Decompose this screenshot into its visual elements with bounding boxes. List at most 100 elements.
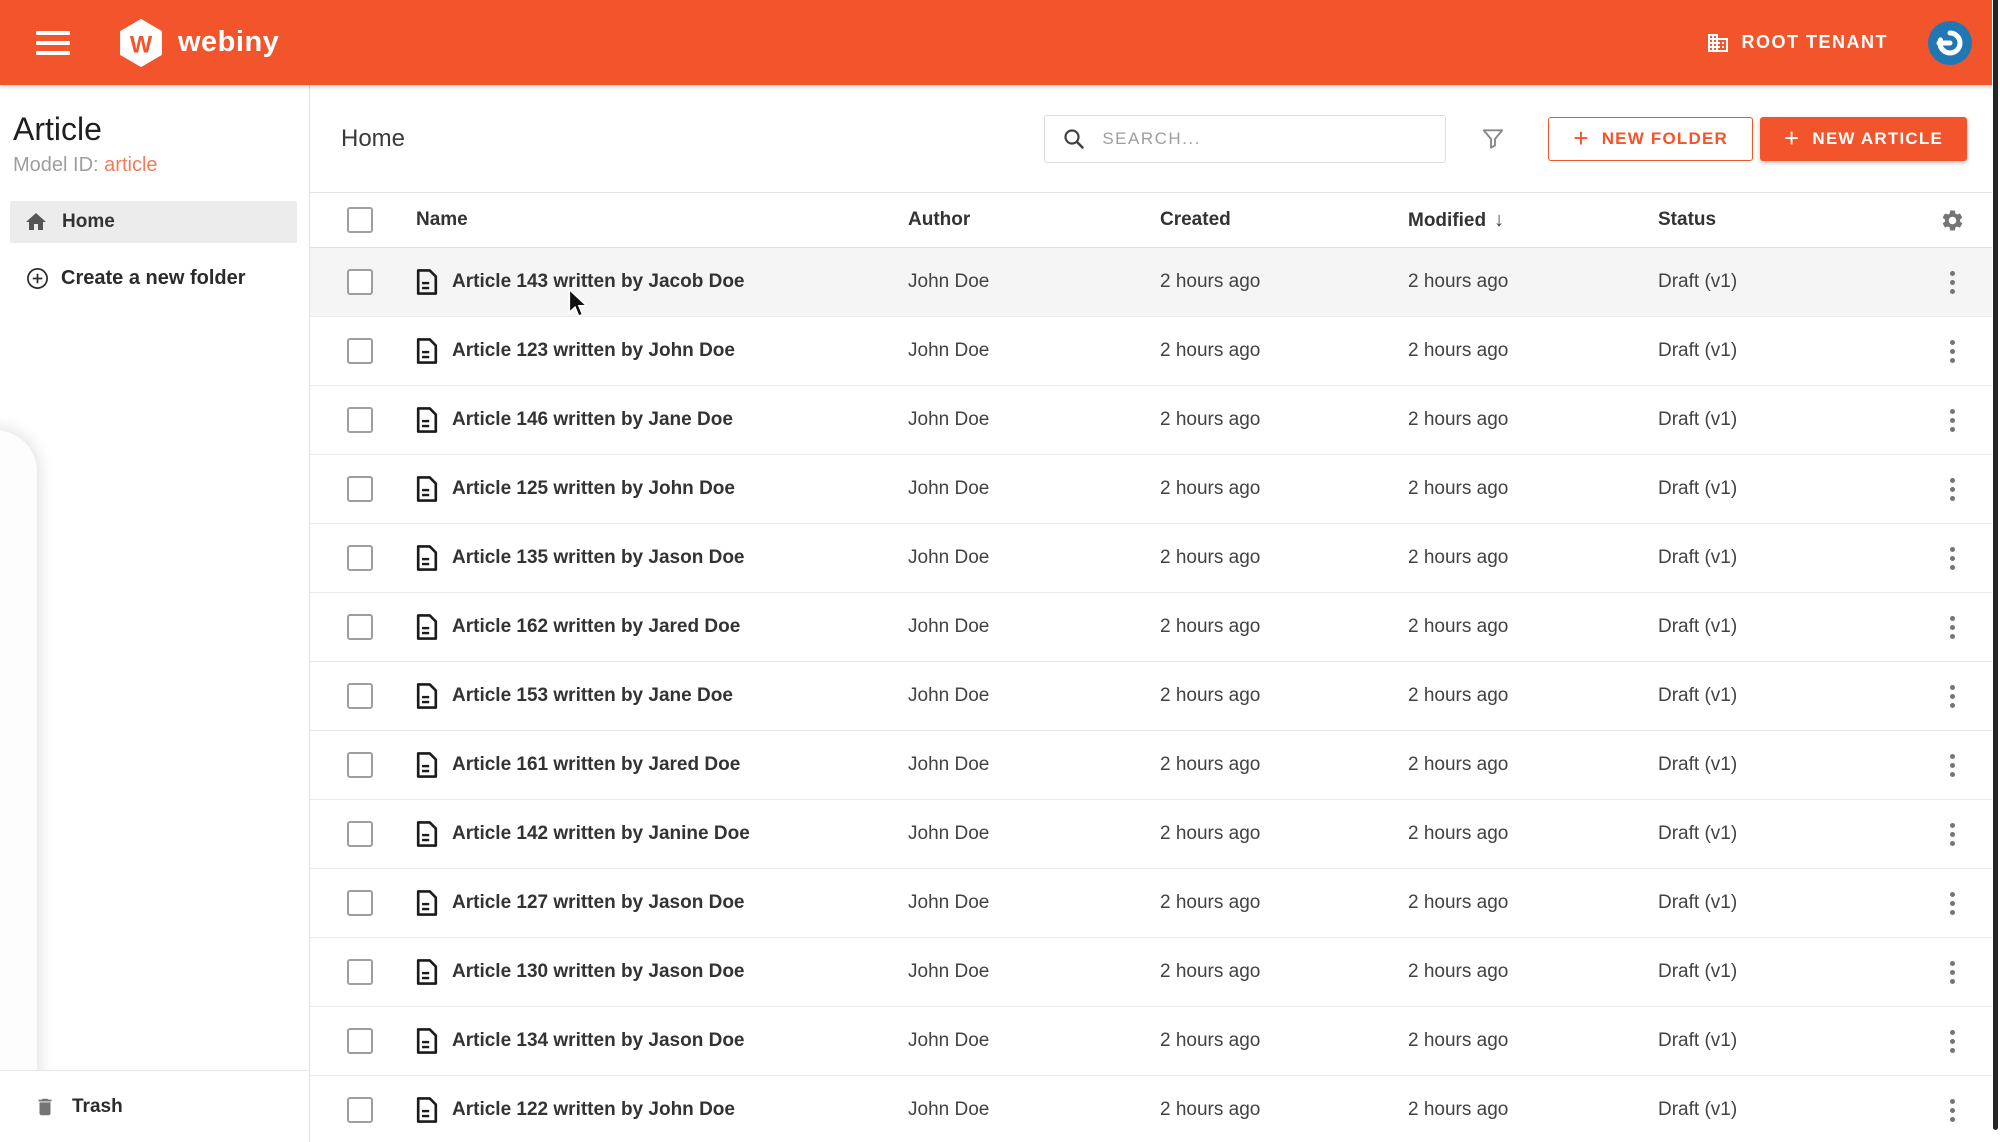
tenant-selector[interactable]: ROOT TENANT <box>1706 31 1889 55</box>
row-name: Article 135 written by Jason Doe <box>452 547 745 568</box>
column-header-created[interactable]: Created <box>1160 209 1408 231</box>
row-checkbox[interactable] <box>347 269 373 295</box>
row-checkbox[interactable] <box>347 1097 373 1123</box>
row-name-cell[interactable]: Article 146 written by Jane Doe <box>416 406 908 434</box>
drawer-shadow <box>0 430 37 1142</box>
row-options-kebab-icon[interactable] <box>1946 750 1959 781</box>
row-options-kebab-icon[interactable] <box>1946 1095 1959 1126</box>
document-icon <box>416 476 438 502</box>
table-row[interactable]: Article 123 written by John Doe John Doe… <box>310 317 2000 386</box>
row-options-kebab-icon[interactable] <box>1946 543 1959 574</box>
row-options-kebab-icon[interactable] <box>1946 405 1959 436</box>
row-modified: 2 hours ago <box>1408 1099 1509 1120</box>
table-row[interactable]: Article 161 written by Jared Doe John Do… <box>310 731 2000 800</box>
row-modified: 2 hours ago <box>1408 961 1509 982</box>
table-row[interactable]: Article 143 written by Jacob Doe John Do… <box>310 248 2000 317</box>
scrollbar-thumb[interactable] <box>1993 0 1998 1130</box>
table-row[interactable]: Article 122 written by John Doe John Doe… <box>310 1076 2000 1142</box>
row-name-cell[interactable]: Article 153 written by Jane Doe <box>416 682 908 710</box>
row-checkbox[interactable] <box>347 545 373 571</box>
document-icon <box>416 752 438 778</box>
topbar-right: ROOT TENANT <box>1706 20 1972 65</box>
building-icon <box>1707 33 1728 52</box>
row-created: 2 hours ago <box>1160 961 1261 982</box>
row-checkbox[interactable] <box>347 614 373 640</box>
row-name-cell[interactable]: Article 162 written by Jared Doe <box>416 613 908 641</box>
row-options-kebab-icon[interactable] <box>1946 474 1959 505</box>
table-row[interactable]: Article 130 written by Jason Doe John Do… <box>310 938 2000 1007</box>
table-row[interactable]: Article 142 written by Janine Doe John D… <box>310 800 2000 869</box>
model-id: Model ID: article <box>13 154 309 177</box>
row-checkbox[interactable] <box>347 1028 373 1054</box>
column-header-name[interactable]: Name <box>416 209 908 231</box>
row-name: Article 134 written by Jason Doe <box>452 1030 745 1051</box>
row-created: 2 hours ago <box>1160 754 1261 775</box>
row-checkbox[interactable] <box>347 476 373 502</box>
row-name-cell[interactable]: Article 123 written by John Doe <box>416 337 908 365</box>
column-header-status[interactable]: Status <box>1658 209 1935 231</box>
row-name-cell[interactable]: Article 135 written by Jason Doe <box>416 544 908 572</box>
webiny-hexagon-icon: W <box>120 18 162 67</box>
row-checkbox-cell <box>310 1028 416 1054</box>
table-row[interactable]: Article 134 written by Jason Doe John Do… <box>310 1007 2000 1076</box>
row-options-kebab-icon[interactable] <box>1946 888 1959 919</box>
new-article-button[interactable]: + NEW ARTICLE <box>1759 116 1967 161</box>
row-name-cell[interactable]: Article 130 written by Jason Doe <box>416 958 908 986</box>
row-status: Draft (v1) <box>1658 961 1738 982</box>
row-modified: 2 hours ago <box>1408 685 1509 706</box>
row-status: Draft (v1) <box>1658 478 1738 499</box>
row-name-cell[interactable]: Article 142 written by Janine Doe <box>416 820 908 848</box>
row-options-kebab-icon[interactable] <box>1946 336 1959 367</box>
model-title: Article <box>13 111 102 147</box>
row-status: Draft (v1) <box>1658 823 1738 844</box>
select-all-checkbox[interactable] <box>347 207 373 233</box>
row-status: Draft (v1) <box>1658 892 1738 913</box>
row-name-cell[interactable]: Article 122 written by John Doe <box>416 1096 908 1124</box>
user-avatar[interactable] <box>1928 20 1972 65</box>
trash-button[interactable]: Trash <box>0 1070 309 1142</box>
row-name-cell[interactable]: Article 127 written by Jason Doe <box>416 889 908 917</box>
row-options-kebab-icon[interactable] <box>1946 819 1959 850</box>
row-checkbox[interactable] <box>347 821 373 847</box>
table-row[interactable]: Article 135 written by Jason Doe John Do… <box>310 524 2000 593</box>
row-created: 2 hours ago <box>1160 478 1261 499</box>
table-row[interactable]: Article 146 written by Jane Doe John Doe… <box>310 386 2000 455</box>
row-checkbox[interactable] <box>347 683 373 709</box>
row-name: Article 130 written by Jason Doe <box>452 961 745 982</box>
new-folder-button[interactable]: + NEW FOLDER <box>1548 116 1753 161</box>
row-kebab-cell <box>1935 681 2000 712</box>
row-checkbox[interactable] <box>347 338 373 364</box>
table-row[interactable]: Article 153 written by Jane Doe John Doe… <box>310 662 2000 731</box>
search-icon <box>1064 128 1085 149</box>
row-name-cell[interactable]: Article 143 written by Jacob Doe <box>416 268 908 296</box>
top-bar: W webiny ROOT TENANT <box>0 0 2000 85</box>
table-settings-button[interactable] <box>1940 208 1965 233</box>
row-options-kebab-icon[interactable] <box>1946 681 1959 712</box>
table-row[interactable]: Article 162 written by Jared Doe John Do… <box>310 593 2000 662</box>
row-checkbox[interactable] <box>347 407 373 433</box>
table-header: Name Author Created Modified ↓ Status <box>310 193 2000 248</box>
column-header-author[interactable]: Author <box>908 209 1160 231</box>
row-name-cell[interactable]: Article 134 written by Jason Doe <box>416 1027 908 1055</box>
table-row[interactable]: Article 127 written by Jason Doe John Do… <box>310 869 2000 938</box>
sidebar-item-home[interactable]: Home <box>10 201 297 243</box>
row-options-kebab-icon[interactable] <box>1946 957 1959 988</box>
row-checkbox[interactable] <box>347 890 373 916</box>
row-checkbox[interactable] <box>347 752 373 778</box>
new-folder-label: NEW FOLDER <box>1601 128 1728 148</box>
search-input[interactable] <box>1102 128 1423 149</box>
create-folder-button[interactable]: Create a new folder <box>10 257 297 299</box>
row-options-kebab-icon[interactable] <box>1946 612 1959 643</box>
row-options-kebab-icon[interactable] <box>1946 267 1959 298</box>
row-name-cell[interactable]: Article 125 written by John Doe <box>416 475 908 503</box>
filter-button[interactable] <box>1480 126 1506 152</box>
row-modified: 2 hours ago <box>1408 478 1509 499</box>
column-header-modified[interactable]: Modified ↓ <box>1408 209 1658 232</box>
row-options-kebab-icon[interactable] <box>1946 1026 1959 1057</box>
hamburger-menu-icon[interactable] <box>36 30 70 55</box>
table-row[interactable]: Article 125 written by John Doe John Doe… <box>310 455 2000 524</box>
row-name: Article 123 written by John Doe <box>452 340 735 361</box>
row-checkbox[interactable] <box>347 959 373 985</box>
model-id-value[interactable]: article <box>104 154 157 176</box>
row-name-cell[interactable]: Article 161 written by Jared Doe <box>416 751 908 779</box>
